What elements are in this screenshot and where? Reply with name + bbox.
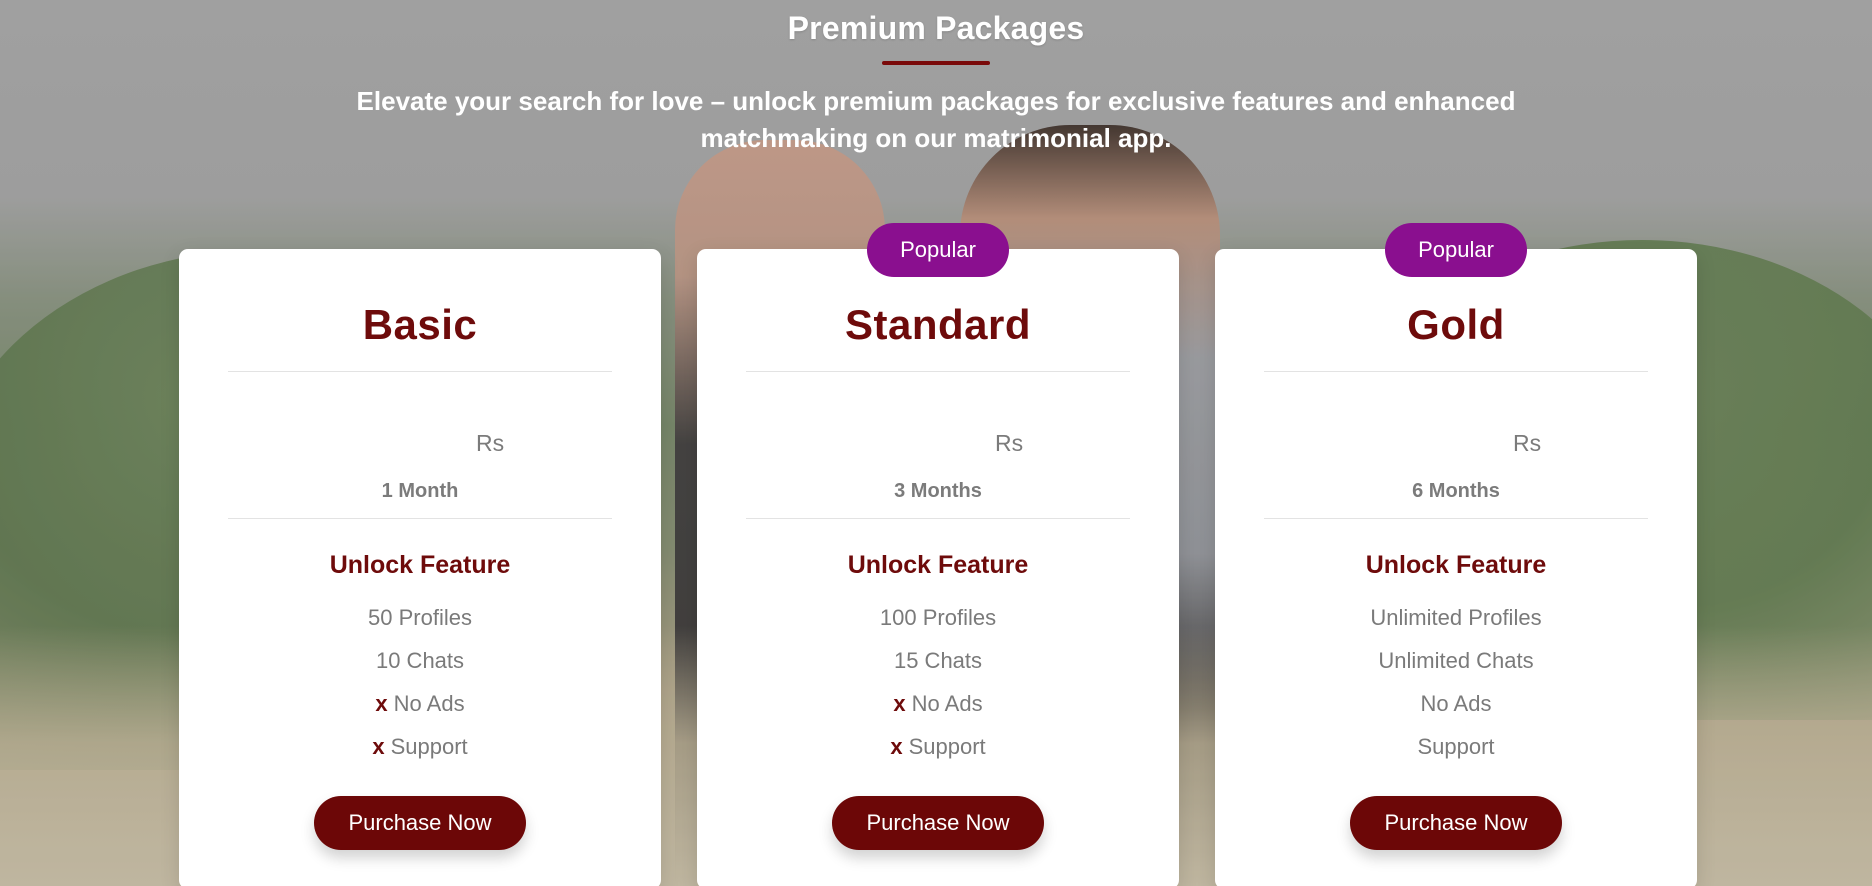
feature-item: Unlimited Chats (1378, 648, 1534, 673)
plan-name: Basic (362, 301, 478, 348)
divider (1264, 518, 1648, 519)
purchase-now-button[interactable]: Purchase Now (314, 796, 526, 850)
section-title: Premium Packages (787, 10, 1085, 46)
popular-badge: Popular (1385, 223, 1527, 277)
divider (228, 518, 612, 519)
section-header: Premium Packages Elevate your search for… (0, 0, 1872, 157)
unavailable-x-icon: x (375, 691, 388, 716)
feature-list: 50 Profiles 10 Chats x No Ads x Support (179, 596, 661, 768)
feature-list: Unlimited Profiles Unlimited Chats No Ad… (1215, 596, 1697, 768)
feature-item: 100 Profiles (879, 605, 997, 630)
popular-badge: Popular (867, 223, 1009, 277)
purchase-now-button[interactable]: Purchase Now (832, 796, 1044, 850)
feature-item: x No Ads (893, 691, 983, 716)
feature-item: Unlimited Profiles (1370, 605, 1542, 630)
feature-title: Unlock Feature (1365, 551, 1547, 579)
price-currency: Rs (476, 430, 505, 456)
section-subtitle: Elevate your search for love – unlock pr… (356, 86, 1516, 153)
feature-list: 100 Profiles 15 Chats x No Ads x Support (697, 596, 1179, 768)
unavailable-x-icon: x (372, 734, 385, 759)
feature-item: x Support (372, 734, 468, 759)
feature-item: 10 Chats (375, 648, 465, 673)
feature-item: x Support (890, 734, 986, 759)
package-card-gold: Popular Gold Rs 6 Months Unlock Feature … (1215, 223, 1697, 886)
package-card-standard: Popular Standard Rs 3 Months Unlock Feat… (697, 223, 1179, 886)
divider (746, 518, 1130, 519)
plan-duration: 6 Months (1412, 480, 1500, 502)
feature-item: No Ads (1420, 691, 1492, 716)
feature-item: 15 Chats (893, 648, 983, 673)
price-block: Rs 6 Months (1215, 372, 1697, 518)
title-underline (882, 61, 990, 65)
unavailable-x-icon: x (890, 734, 903, 759)
price-currency: Rs (995, 430, 1024, 456)
feature-item: x No Ads (375, 691, 465, 716)
plan-duration: 1 Month (381, 480, 459, 502)
plan-duration: 3 Months (894, 480, 982, 502)
feature-item: 50 Profiles (368, 605, 472, 630)
feature-item: Support (1417, 734, 1495, 759)
feature-title: Unlock Feature (847, 551, 1029, 579)
price-block: Rs 3 Months (697, 372, 1179, 518)
package-card-basic: Basic Rs 1 Month Unlock Feature 50 Profi… (179, 249, 661, 886)
feature-title: Unlock Feature (329, 551, 511, 579)
unavailable-x-icon: x (893, 691, 906, 716)
purchase-now-button[interactable]: Purchase Now (1350, 796, 1562, 850)
price-currency: Rs (1513, 430, 1542, 456)
pricing-cards: Basic Rs 1 Month Unlock Feature 50 Profi… (0, 223, 1872, 886)
price-block: Rs 1 Month (179, 372, 661, 518)
